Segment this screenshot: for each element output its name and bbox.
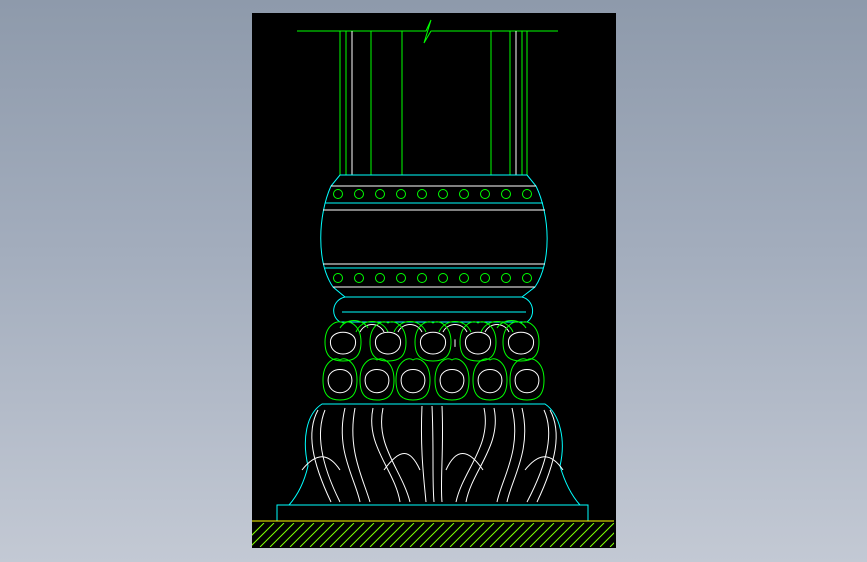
cad-viewport[interactable]	[0, 0, 867, 562]
column-base-drawing	[252, 13, 654, 548]
hatch-line	[620, 523, 644, 547]
hatch-line	[630, 523, 654, 547]
